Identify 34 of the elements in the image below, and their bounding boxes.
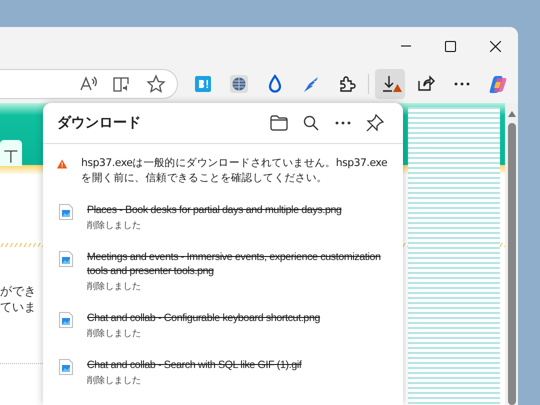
download-status: 削除しました: [87, 374, 142, 387]
globe-extension-icon: [229, 74, 249, 94]
image-file-icon: [59, 251, 73, 267]
search-icon: [303, 115, 319, 131]
more-options-icon: [454, 82, 470, 86]
pin-icon: [366, 114, 384, 132]
panel-title: ダウンロード: [57, 114, 142, 132]
bookmark-extension-icon: [193, 74, 213, 94]
close-icon: [490, 40, 501, 52]
file-name[interactable]: Chat and collab - Configurable keyboard shortcut.png: [87, 311, 320, 325]
favorite-star-icon: [146, 74, 166, 94]
address-bar[interactable]: [0, 69, 178, 99]
feather-extension-icon: [301, 74, 321, 94]
folder-icon: [270, 115, 288, 131]
page-tab[interactable]: 丅: [0, 140, 22, 166]
page-text: ができ: [0, 283, 36, 299]
image-file-icon: [59, 312, 73, 328]
download-status: 削除しました: [87, 220, 142, 232]
scrollbar[interactable]: [505, 103, 518, 405]
file-name[interactable]: Meetings and events - Immersive events, experience customization tools and presenter tools.png: [87, 250, 393, 278]
more-icon: [335, 121, 351, 125]
page-text: ていま: [0, 299, 36, 315]
file-name[interactable]: Chat and collab - Search with SQL like GIF (1).gif: [87, 358, 302, 372]
file-name[interactable]: Places - Book desks for partial days and multiple days.png: [87, 203, 342, 217]
image-file-icon: [59, 359, 73, 375]
download-status: 削除しました: [87, 280, 142, 293]
maximize-icon: [445, 40, 456, 52]
copilot-icon: [488, 74, 508, 94]
image-file-icon: [59, 204, 73, 220]
download-status: 削除しました: [87, 328, 142, 340]
warning-message: hsp37.exeは一般的にダウンロードされていません。hsp37.exeを開く前に、信頼できることを確認してください。: [81, 156, 388, 186]
scroll-up-icon: [508, 111, 516, 117]
downloads-button[interactable]: [375, 69, 405, 99]
warning-icon: [393, 84, 402, 92]
